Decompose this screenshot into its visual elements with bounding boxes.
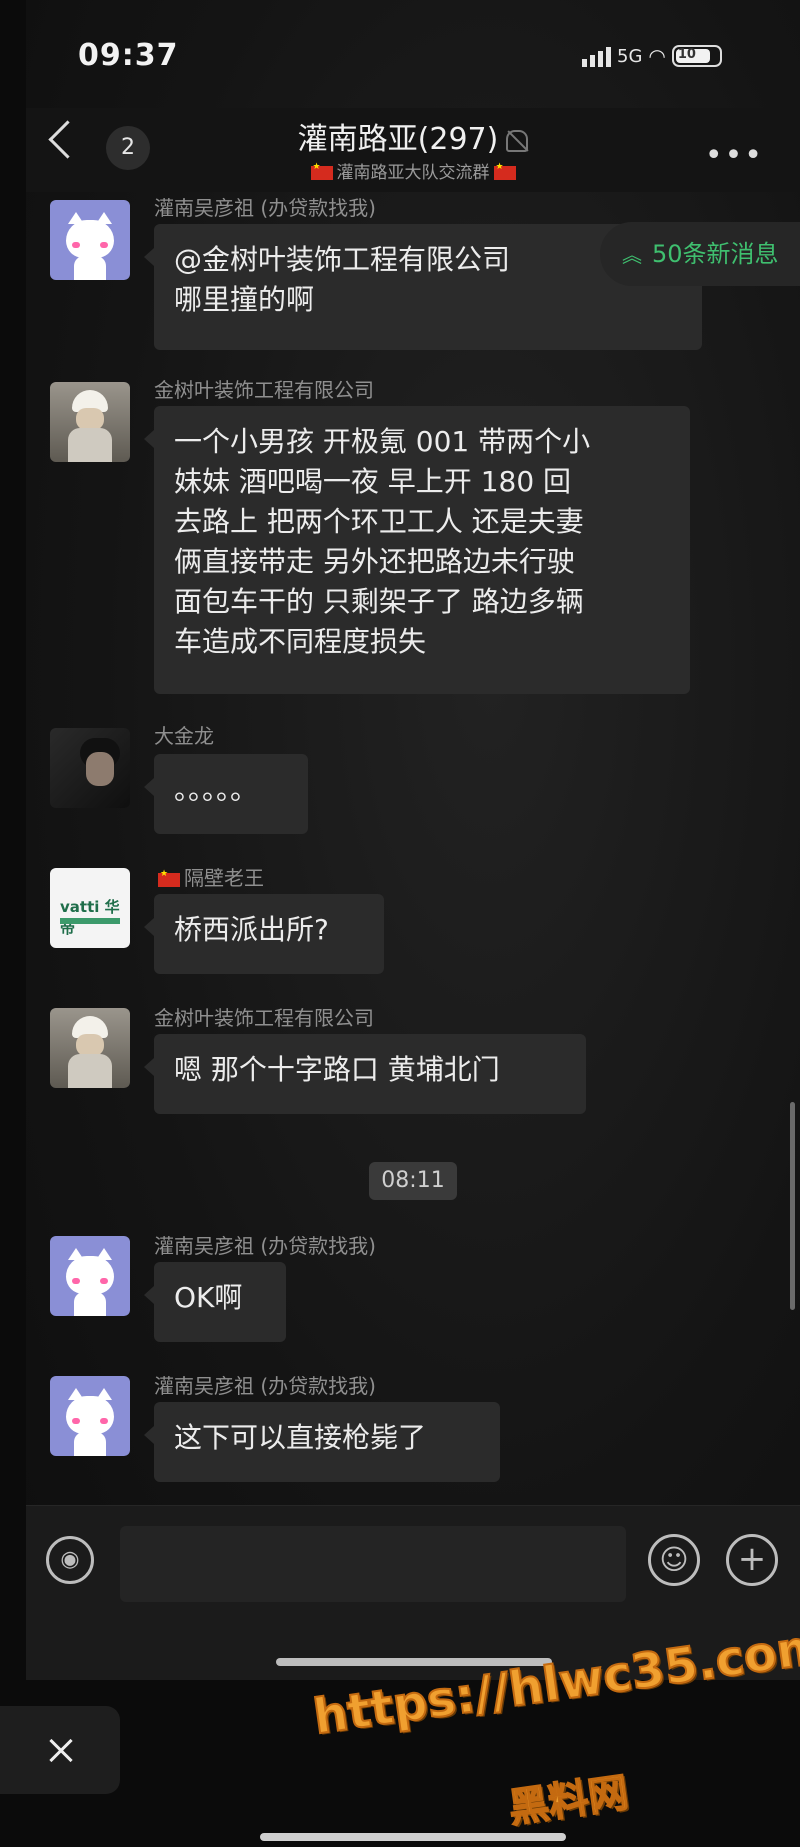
muted-bell-icon [506, 129, 529, 152]
double-chevron-up-icon: ︽ [622, 243, 642, 267]
message-input[interactable] [120, 1526, 626, 1602]
sender-name: 灌南吴彦祖 (办贷款找我) [154, 1234, 376, 1258]
avatar[interactable] [50, 728, 130, 808]
message-bubble[interactable]: 。。。。。 [144, 754, 308, 834]
status-time: 09:37 [78, 38, 179, 73]
new-messages-pill[interactable]: ︽ 50条新消息 [600, 222, 800, 286]
message-bubble[interactable]: OK啊 [144, 1262, 286, 1342]
avatar[interactable] [50, 382, 130, 462]
message-text: 妹妹 酒吧喝一夜 早上开 180 回 [174, 465, 572, 498]
message-text: OK啊 [174, 1281, 243, 1314]
message-bubble[interactable]: 一个小男孩 开极氪 001 带两个小 妹妹 酒吧喝一夜 早上开 180 回 去路… [144, 406, 690, 694]
sender-name: 金树叶装饰工程有限公司 [154, 1006, 374, 1030]
avatar[interactable] [50, 1236, 130, 1316]
message-text: 面包车干的 只剩架子了 路边多辆 [174, 585, 584, 618]
home-indicator [260, 1833, 566, 1841]
voice-icon[interactable]: ◉ [46, 1536, 94, 1584]
chat-header: 2 灌南路亚(297) 灌南路亚大队交流群 ••• [26, 108, 800, 192]
plus-icon[interactable]: + [726, 1534, 778, 1586]
more-options-icon[interactable]: ••• [705, 138, 764, 173]
message-text: 车造成不同程度损失 [174, 625, 427, 658]
message-bubble[interactable]: 桥西派出所? [144, 894, 384, 974]
message-text: 去路上 把两个环卫工人 还是夫妻 [174, 505, 584, 538]
sender-name: 金树叶装饰工程有限公司 [154, 378, 374, 402]
message-text: 这下可以直接枪毙了 [174, 1421, 427, 1454]
message-bubble[interactable]: 嗯 那个十字路口 黄埔北门 [144, 1034, 586, 1114]
message-text: 桥西派出所? [174, 913, 329, 946]
signal-icon [582, 45, 611, 67]
watermark-name: 黑料网 [505, 1769, 632, 1833]
network-label: 5G [617, 45, 643, 67]
emoji-icon[interactable]: ☺ [648, 1534, 700, 1586]
battery-icon: 10 [671, 45, 722, 67]
group-title: 灌南路亚(297) [26, 114, 800, 158]
avatar[interactable] [50, 1376, 130, 1456]
sender-name: 大金龙 [154, 724, 214, 748]
message-text: 一个小男孩 开极氪 001 带两个小 [174, 425, 591, 458]
message-text: 嗯 那个十字路口 黄埔北门 [174, 1053, 500, 1086]
close-icon[interactable] [0, 1706, 120, 1794]
status-icons: 5G ◠ 10 [582, 44, 722, 68]
message-text: 。。。。。 [174, 773, 259, 806]
timestamp: 08:11 [369, 1162, 457, 1200]
avatar[interactable]: vatti 华帝 [50, 868, 130, 948]
china-flag-icon [493, 162, 516, 180]
sender-name: 隔壁老王 [154, 862, 264, 891]
group-subtitle: 灌南路亚大队交流群 [26, 158, 800, 183]
message-text: 哪里撞的啊 [174, 283, 315, 316]
avatar[interactable] [50, 200, 130, 280]
sender-name: 灌南吴彦祖 (办贷款找我) [154, 196, 376, 220]
scrollbar[interactable] [790, 1102, 795, 1310]
china-flag-icon [310, 162, 333, 180]
china-flag-icon [158, 869, 180, 887]
avatar[interactable] [50, 1008, 130, 1088]
message-text: 俩直接带走 另外还把路边未行驶 [174, 545, 575, 578]
sender-name: 灌南吴彦祖 (办贷款找我) [154, 1374, 376, 1398]
message-bubble[interactable]: 这下可以直接枪毙了 [144, 1402, 500, 1482]
wifi-icon: ◠ [648, 44, 666, 68]
